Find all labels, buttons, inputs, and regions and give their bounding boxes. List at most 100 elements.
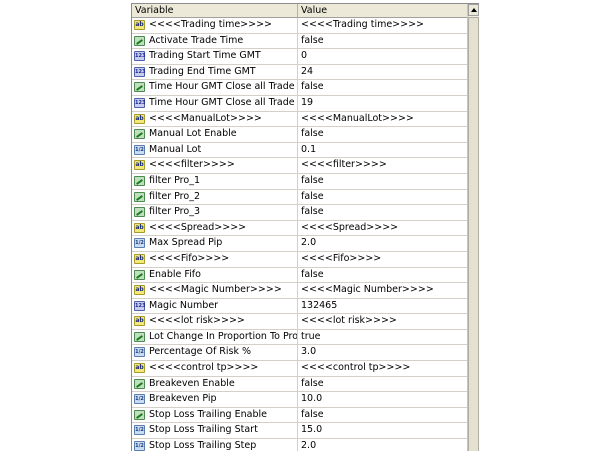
table-row[interactable]: 1/2 Stop Loss Trailing Step 2.0 bbox=[132, 439, 467, 451]
table-row[interactable]: ab <<<<Magic Number>>>> <<<<Magic Number>>… bbox=[132, 283, 467, 299]
table-row[interactable]: ab <<<<Spread>>>> <<<<Spread>>>> bbox=[132, 220, 467, 237]
variable-name: <<<<Fifo>>>> bbox=[149, 252, 230, 264]
variable-cell[interactable]: ab <<<<lot risk>>>> bbox=[132, 314, 298, 329]
value-cell[interactable]: false bbox=[301, 34, 465, 49]
variable-cell[interactable]: Breakeven Enable bbox=[132, 376, 298, 392]
value-cell[interactable]: <<<<ManualLot>>>> bbox=[301, 112, 465, 127]
variable-cell[interactable]: 1/2 Manual Lot bbox=[132, 142, 298, 158]
value-cell[interactable]: false bbox=[301, 205, 465, 220]
value-cell[interactable]: 0.1 bbox=[301, 143, 465, 158]
table-row[interactable]: Manual Lot Enable false bbox=[132, 127, 467, 143]
variable-name: Breakeven Enable bbox=[149, 377, 235, 389]
variable-cell[interactable]: 123Time Hour GMT Close all Trade On Fri.… bbox=[132, 95, 298, 111]
variable-cell[interactable]: ab <<<<control tp>>>> bbox=[132, 361, 298, 376]
ab-icon: ab bbox=[134, 253, 145, 264]
value-cell[interactable]: 10.0 bbox=[301, 392, 465, 407]
variable-name: filter Pro_3 bbox=[149, 206, 200, 218]
vertical-scrollbar[interactable] bbox=[467, 4, 479, 451]
value-cell[interactable]: true bbox=[301, 330, 465, 345]
table-row[interactable]: ab <<<<filter>>>> <<<<filter>>>> bbox=[132, 158, 467, 174]
table-row[interactable]: filter Pro_1 false bbox=[132, 173, 467, 190]
table-row[interactable]: ab <<<<control tp>>>> <<<<control tp>>>> bbox=[132, 361, 467, 377]
variable-cell[interactable]: Activate Trade Time bbox=[132, 33, 298, 49]
variable-cell[interactable]: 1/2 Percentage Of Risk % bbox=[132, 345, 298, 361]
value-cell[interactable]: false bbox=[301, 408, 465, 423]
value-cell[interactable]: 2.0 bbox=[301, 236, 465, 251]
variable-cell[interactable]: ab <<<<Trading time>>>> bbox=[132, 18, 298, 33]
value-cell[interactable]: <<<<control tp>>>> bbox=[301, 361, 465, 376]
variable-cell[interactable]: Time Hour GMT Close all Trade On Frid... bbox=[132, 80, 298, 95]
table-row[interactable]: Time Hour GMT Close all Trade On Frid...… bbox=[132, 80, 467, 96]
table-row[interactable]: Breakeven Enable false bbox=[132, 376, 467, 393]
variable-name: Stop Loss Trailing Step bbox=[149, 440, 257, 451]
value-cell[interactable]: 0 bbox=[301, 49, 465, 64]
variable-cell[interactable]: 123 Magic Number bbox=[132, 298, 298, 314]
value-cell[interactable]: false bbox=[301, 127, 465, 142]
variable-cell[interactable]: Stop Loss Trailing Enable bbox=[132, 407, 298, 423]
table-row[interactable]: ab <<<<Trading time>>>> <<<<Trading time>>… bbox=[132, 18, 467, 34]
variable-cell[interactable]: filter Pro_2 bbox=[132, 189, 298, 205]
value-cell[interactable]: false bbox=[301, 174, 465, 189]
value-cell[interactable]: false bbox=[301, 268, 465, 283]
table-row[interactable]: 1/2 Stop Loss Trailing Start 15.0 bbox=[132, 423, 467, 440]
variable-name: Time Hour GMT Close all Trade On Frid... bbox=[149, 81, 297, 93]
value-cell[interactable]: <<<<lot risk>>>> bbox=[301, 314, 465, 329]
variable-cell[interactable]: ab <<<<Magic Number>>>> bbox=[132, 283, 298, 298]
variable-cell[interactable]: ab <<<<Spread>>>> bbox=[132, 220, 298, 236]
variable-cell[interactable]: filter Pro_3 bbox=[132, 205, 298, 220]
table-row[interactable]: 1/2 Manual Lot 0.1 bbox=[132, 142, 467, 159]
variable-name: <<<<filter>>>> bbox=[149, 159, 235, 171]
double-icon: 1/2 bbox=[134, 441, 145, 451]
variable-cell[interactable]: 1/2 Breakeven Pip bbox=[132, 392, 298, 407]
table-row[interactable]: Stop Loss Trailing Enable false bbox=[132, 407, 467, 424]
variable-cell[interactable]: 1/2 Max Spread Pip bbox=[132, 236, 298, 251]
table-row[interactable]: 1/2 Max Spread Pip 2.0 bbox=[132, 236, 467, 252]
variable-cell[interactable]: 123 Trading End Time GMT bbox=[132, 64, 298, 80]
variable-cell[interactable]: 123 Trading Start Time GMT bbox=[132, 49, 298, 64]
value-cell[interactable]: false bbox=[301, 190, 465, 205]
column-header-variable[interactable]: Variable bbox=[132, 4, 298, 17]
variable-cell[interactable]: ab <<<<filter>>>> bbox=[132, 158, 298, 173]
variable-cell[interactable]: Lot Change In Proportion To Profit bbox=[132, 329, 298, 345]
value-cell[interactable]: <<<<Fifo>>>> bbox=[301, 252, 465, 267]
scroll-up-arrow-icon[interactable] bbox=[468, 4, 479, 16]
variable-cell[interactable]: 1/2 Stop Loss Trailing Step bbox=[132, 439, 298, 451]
value-cell[interactable]: <<<<Spread>>>> bbox=[301, 221, 465, 236]
value-cell[interactable]: 2.0 bbox=[301, 439, 465, 451]
variable-cell[interactable]: filter Pro_1 bbox=[132, 173, 298, 189]
table-row[interactable]: Lot Change In Proportion To Profit true bbox=[132, 329, 467, 346]
value-cell[interactable]: 15.0 bbox=[301, 423, 465, 438]
table-row[interactable]: Activate Trade Time false bbox=[132, 33, 467, 50]
table-row[interactable]: 1/2 Percentage Of Risk % 3.0 bbox=[132, 345, 467, 362]
value-cell[interactable]: 19 bbox=[301, 96, 465, 111]
variable-cell[interactable]: Manual Lot Enable bbox=[132, 127, 298, 142]
inputs-grid: Variable Value ab <<<<Trading time>>>> <<<… bbox=[131, 3, 479, 451]
column-header-value[interactable]: Value bbox=[298, 4, 467, 17]
table-row[interactable]: ab <<<<lot risk>>>> <<<<lot risk>>>> bbox=[132, 314, 467, 330]
table-row[interactable]: filter Pro_2 false bbox=[132, 189, 467, 206]
table-row[interactable]: 1/2 Breakeven Pip 10.0 bbox=[132, 392, 467, 408]
value-cell[interactable]: <<<<filter>>>> bbox=[301, 158, 465, 173]
bool-icon bbox=[134, 269, 145, 280]
table-row[interactable]: 123Time Hour GMT Close all Trade On Fri.… bbox=[132, 95, 467, 112]
bool-icon bbox=[134, 409, 145, 420]
value-cell[interactable]: <<<<Magic Number>>>> bbox=[301, 283, 465, 298]
table-row[interactable]: filter Pro_3 false bbox=[132, 205, 467, 221]
table-row[interactable]: 123 Trading Start Time GMT 0 bbox=[132, 49, 467, 65]
variable-cell[interactable]: ab <<<<Fifo>>>> bbox=[132, 251, 298, 267]
value-cell[interactable]: false bbox=[301, 80, 465, 95]
value-cell[interactable]: 24 bbox=[301, 65, 465, 80]
table-row[interactable]: ab <<<<ManualLot>>>> <<<<ManualLot>>>> bbox=[132, 111, 467, 128]
table-row[interactable]: 123 Magic Number 132465 bbox=[132, 298, 467, 315]
value-cell[interactable]: false bbox=[301, 377, 465, 392]
table-row[interactable]: 123 Trading End Time GMT 24 bbox=[132, 64, 467, 81]
scroll-thumb[interactable] bbox=[468, 17, 479, 451]
table-row[interactable]: Enable Fifo false bbox=[132, 267, 467, 284]
value-cell[interactable]: 3.0 bbox=[301, 345, 465, 360]
value-cell[interactable]: 132465 bbox=[301, 299, 465, 314]
variable-cell[interactable]: 1/2 Stop Loss Trailing Start bbox=[132, 423, 298, 439]
variable-cell[interactable]: ab <<<<ManualLot>>>> bbox=[132, 111, 298, 127]
variable-cell[interactable]: Enable Fifo bbox=[132, 267, 298, 283]
value-cell[interactable]: <<<<Trading time>>>> bbox=[301, 18, 465, 33]
table-row[interactable]: ab <<<<Fifo>>>> <<<<Fifo>>>> bbox=[132, 251, 467, 268]
